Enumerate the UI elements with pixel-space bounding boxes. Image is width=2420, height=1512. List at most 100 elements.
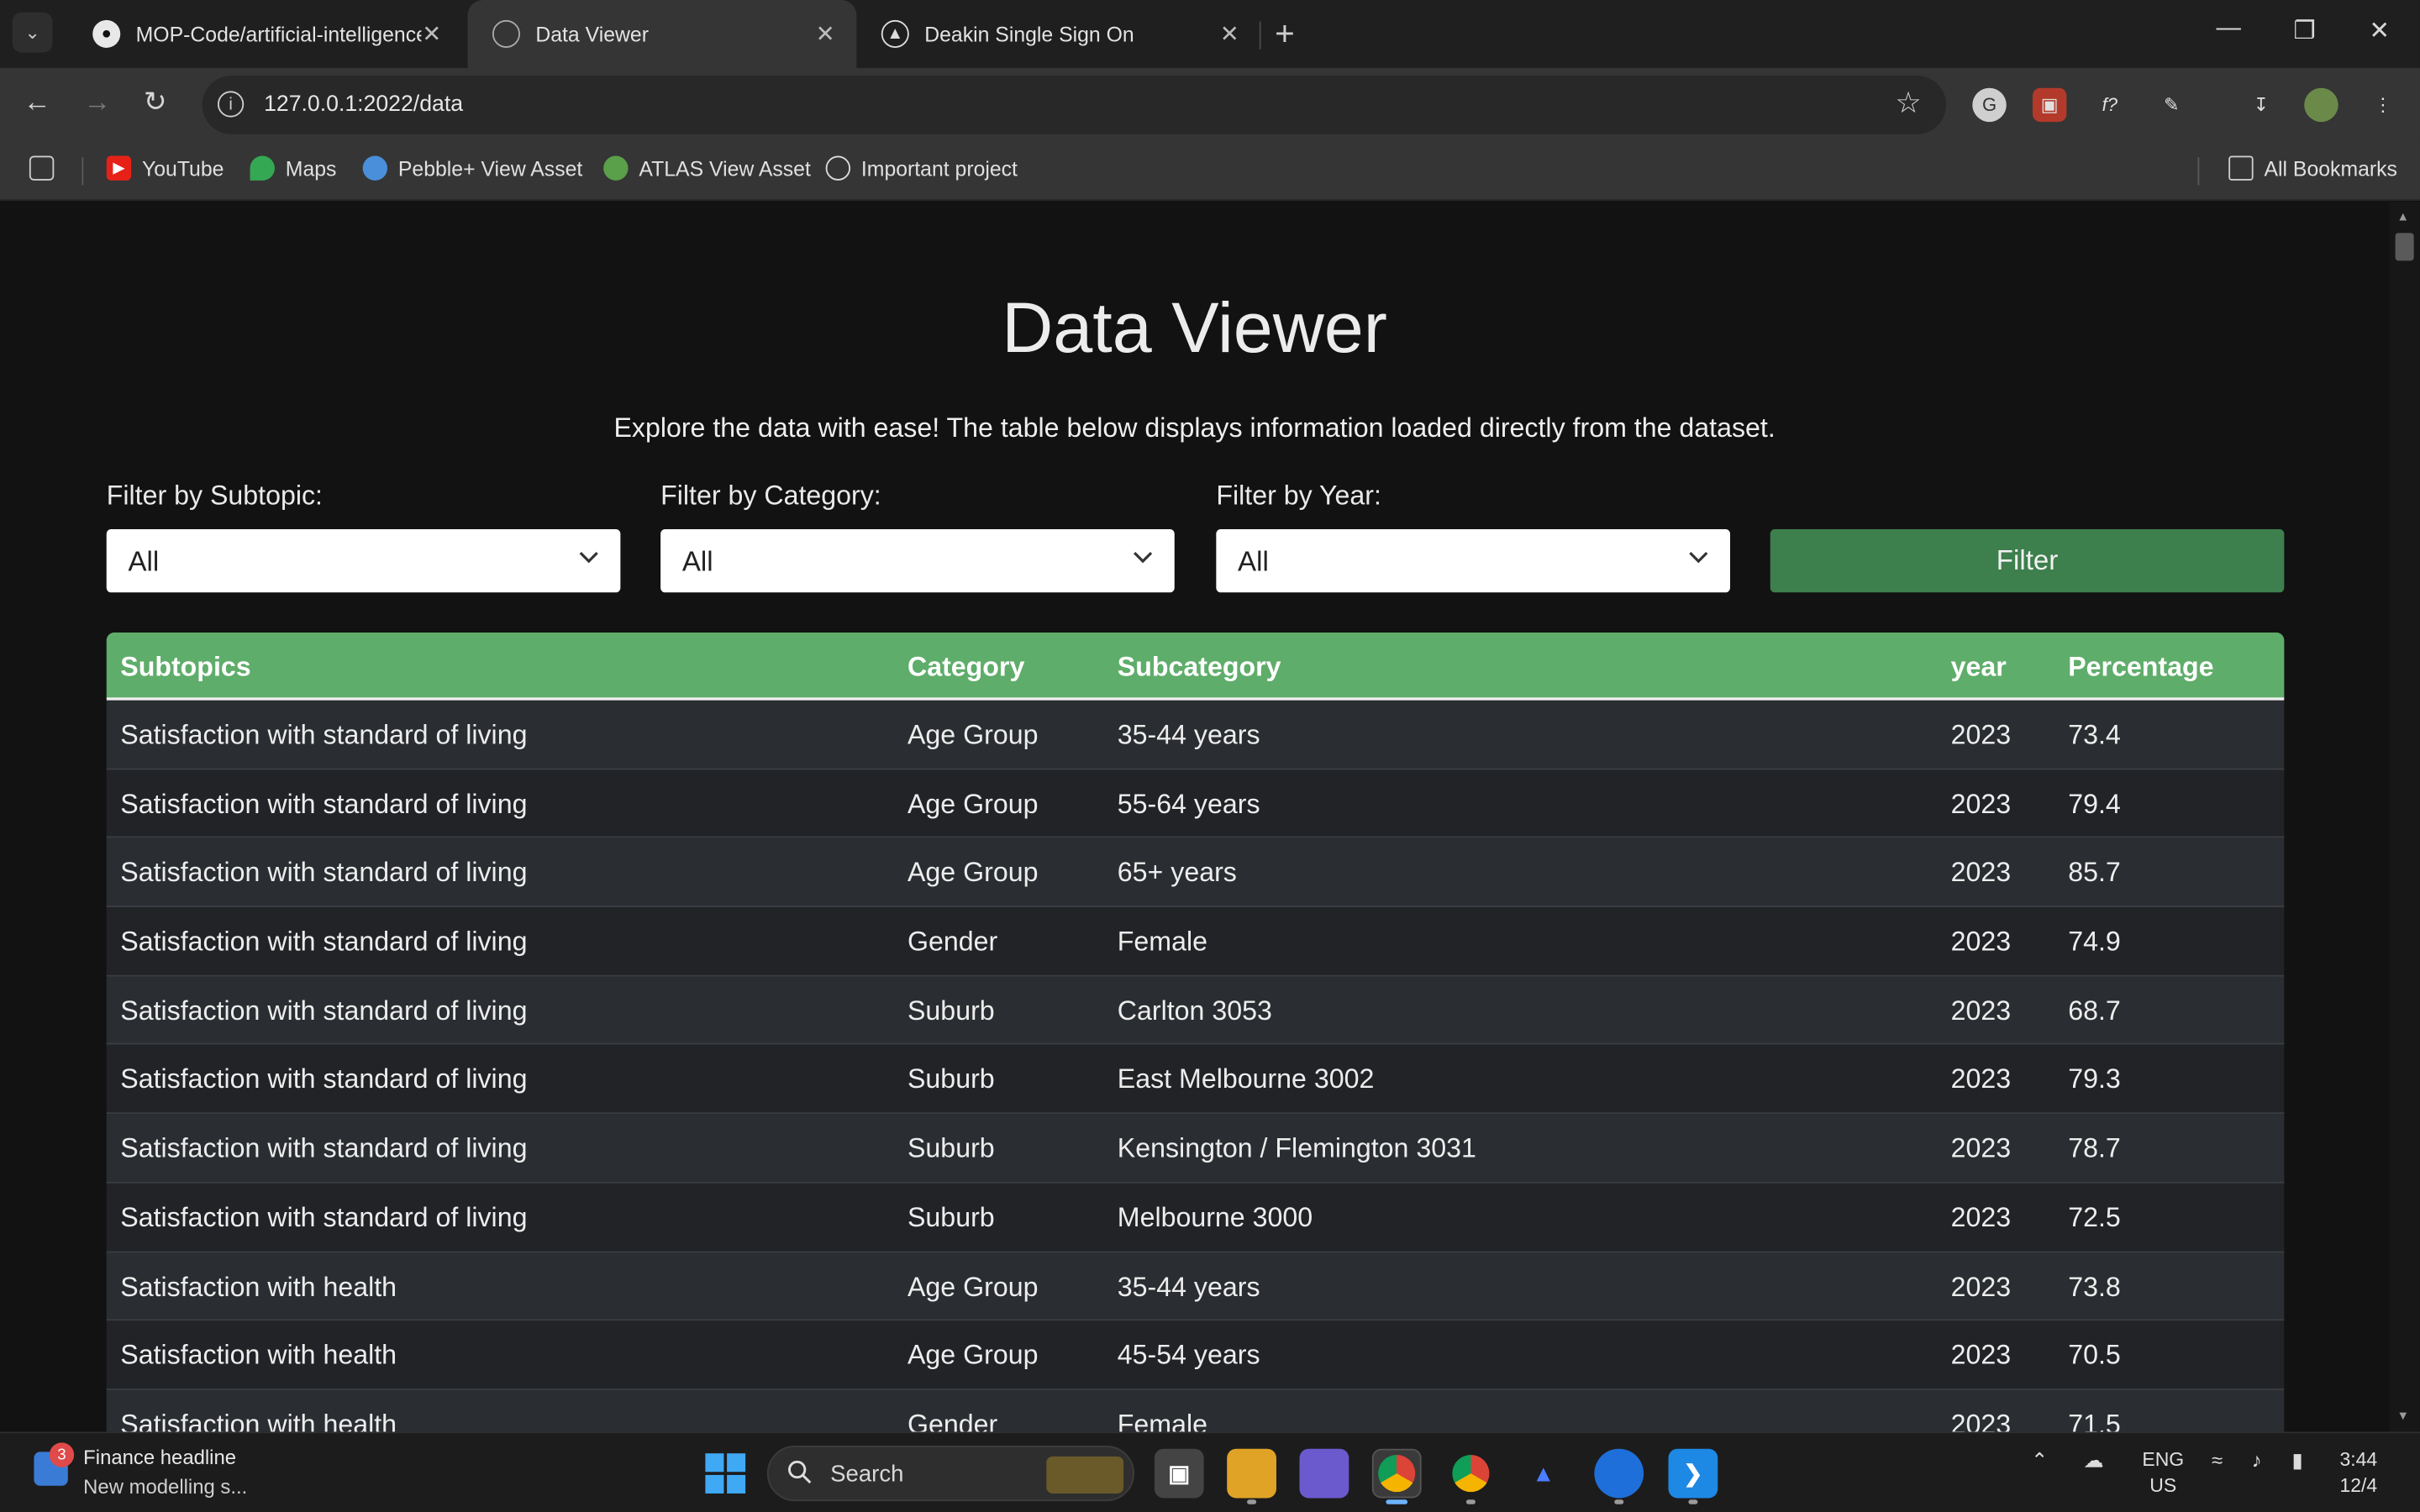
linear-app-icon[interactable]: ▲ xyxy=(1518,1449,1568,1499)
file-explorer-icon[interactable] xyxy=(1227,1448,1276,1499)
running-indicator xyxy=(1614,1499,1624,1504)
bookmark-pebble[interactable]: Pebble+ View Asset xyxy=(362,155,582,181)
cell-subcategory: 35-44 years xyxy=(1117,718,1260,750)
news-subtext[interactable]: New modelling s... xyxy=(83,1475,247,1499)
all-bookmarks-label: All Bookmarks xyxy=(2264,156,2397,180)
close-window-icon[interactable]: ✕ xyxy=(2369,15,2390,46)
atlas-icon xyxy=(603,155,629,181)
windows-start-icon[interactable] xyxy=(704,1452,747,1494)
chevron-down-icon xyxy=(579,552,598,564)
apps-grid-icon[interactable] xyxy=(29,155,65,181)
forward-icon[interactable]: → xyxy=(83,87,111,119)
column-header-subtopics[interactable]: Subtopics xyxy=(120,651,250,684)
wifi-icon[interactable]: ≈ xyxy=(2212,1449,2223,1473)
table-header: Subtopics Category Subcategory year Perc… xyxy=(106,633,2285,701)
cell-subtopic: Satisfaction with standard of living xyxy=(120,857,528,888)
site-info-icon[interactable]: i xyxy=(217,91,245,118)
cell-subcategory: 55-64 years xyxy=(1117,787,1260,819)
search-icon xyxy=(788,1460,812,1484)
clock-date: 12/4 xyxy=(2339,1474,2378,1497)
menu-kebab-icon[interactable]: ⋮ xyxy=(2366,88,2400,122)
extension-formula-icon[interactable]: f? xyxy=(2093,88,2127,122)
volume-icon[interactable]: ♪ xyxy=(2252,1449,2262,1473)
cell-year: 2023 xyxy=(1950,718,2012,750)
scroll-thumb[interactable] xyxy=(2395,233,2414,261)
copilot-icon[interactable] xyxy=(1299,1448,1349,1499)
tab-search-chevron-icon[interactable]: ⌄ xyxy=(12,12,53,53)
running-indicator xyxy=(1465,1499,1476,1504)
page-content: Data Viewer Explore the data with ease! … xyxy=(0,202,2390,1432)
region-code: US xyxy=(2149,1474,2177,1497)
cell-subcategory: Melbourne 3000 xyxy=(1117,1201,1313,1233)
bookmark-atlas[interactable]: ATLAS View Asset xyxy=(603,155,811,181)
column-header-category[interactable]: Category xyxy=(908,651,1024,684)
tab-title: MOP-Code/artificial-intelligence xyxy=(135,22,422,46)
filter-button[interactable]: Filter xyxy=(1770,528,2285,593)
close-icon[interactable]: ✕ xyxy=(1220,20,1239,48)
column-header-year[interactable]: year xyxy=(1951,651,2007,684)
column-header-percentage[interactable]: Percentage xyxy=(2068,651,2213,684)
table-row: Satisfaction with standard of living Age … xyxy=(106,838,2285,908)
extension-grammarly-icon[interactable]: G xyxy=(1972,87,2007,123)
cell-percentage: 73.8 xyxy=(2068,1270,2121,1302)
reload-icon[interactable]: ↻ xyxy=(144,87,167,119)
bookmark-label: Maps xyxy=(285,156,337,180)
extensions-puzzle-icon[interactable]: ✎ xyxy=(2154,88,2188,122)
year-select[interactable]: All xyxy=(1216,528,1730,593)
tab-data-viewer[interactable]: Data Viewer ✕ xyxy=(467,0,857,68)
bookmark-important-project[interactable]: Important project xyxy=(825,155,1018,181)
cell-percentage: 78.7 xyxy=(2068,1132,2121,1164)
subtopic-filter-label: Filter by Subtopic: xyxy=(106,480,323,511)
bookmark-star-icon[interactable]: ☆ xyxy=(1895,87,1921,122)
scroll-up-icon[interactable]: ▲ xyxy=(2396,210,2409,224)
restore-icon[interactable]: ❐ xyxy=(2293,15,2315,46)
close-icon[interactable]: ✕ xyxy=(816,20,835,48)
cell-category: Age Group xyxy=(907,1339,1039,1371)
back-icon[interactable]: ← xyxy=(24,87,51,119)
bookmark-youtube[interactable]: ▶ YouTube xyxy=(106,155,224,181)
browser-toolbar: ← → ↻ i 127.0.0.1:2022/data ☆ G ▣ f? ✎ ↧… xyxy=(0,67,2420,142)
url-text[interactable]: 127.0.0.1:2022/data xyxy=(264,92,463,117)
subtopic-select-value: All xyxy=(128,546,160,577)
page-scrollbar[interactable]: ▲ ▼ xyxy=(2389,202,2420,1432)
bookmark-label: ATLAS View Asset xyxy=(639,156,811,180)
tray-chevron-up-icon[interactable]: ⌃ xyxy=(2031,1449,2048,1473)
cell-subcategory: 65+ years xyxy=(1117,857,1237,888)
cell-subtopic: Satisfaction with standard of living xyxy=(120,787,528,819)
category-select-value: All xyxy=(681,546,713,577)
edge-icon[interactable] xyxy=(1594,1448,1644,1499)
clock[interactable]: 3:44 12/4 xyxy=(2339,1447,2377,1499)
battery-icon[interactable]: ▮ xyxy=(2292,1449,2303,1473)
close-icon[interactable]: ✕ xyxy=(422,20,441,48)
column-header-subcategory[interactable]: Subcategory xyxy=(1118,651,1281,684)
scroll-down-icon[interactable]: ▼ xyxy=(2396,1409,2409,1423)
language-indicator[interactable]: ENG US xyxy=(2142,1447,2184,1499)
news-headline[interactable]: Finance headline xyxy=(83,1446,236,1469)
minimize-icon[interactable]: — xyxy=(2217,15,2241,43)
windows-taskbar: 3 Finance headline New modelling s... Se… xyxy=(0,1431,2420,1512)
vscode-icon[interactable]: ❯ xyxy=(1668,1448,1718,1499)
task-view-icon[interactable]: ▣ xyxy=(1154,1448,1204,1499)
extension-screenshot-icon[interactable]: ▣ xyxy=(2032,87,2067,123)
taskbar-search[interactable]: Search xyxy=(766,1446,1134,1502)
address-bar[interactable]: i 127.0.0.1:2022/data ☆ xyxy=(202,75,1947,134)
tab-deakin[interactable]: ▲ Deakin Single Sign On ✕ xyxy=(856,0,1260,68)
news-badge: 3 xyxy=(49,1442,75,1467)
subtopic-select[interactable]: All xyxy=(106,528,621,593)
cell-subcategory: 35-44 years xyxy=(1117,1270,1260,1302)
table-row: Satisfaction with health Gender Female 2023… xyxy=(106,1389,2285,1432)
download-icon[interactable]: ↧ xyxy=(2244,88,2278,122)
bookmark-maps[interactable]: Maps xyxy=(250,155,337,181)
chrome-icon[interactable] xyxy=(1371,1448,1422,1499)
bookmark-separator xyxy=(82,157,84,186)
profile-avatar[interactable] xyxy=(2304,87,2338,123)
category-select[interactable]: All xyxy=(660,528,1175,593)
new-tab-icon[interactable]: + xyxy=(1275,14,1295,55)
deakin-icon: ▲ xyxy=(881,19,909,48)
all-bookmarks[interactable]: All Bookmarks xyxy=(2228,155,2397,181)
onedrive-icon[interactable]: ☁ xyxy=(2084,1449,2104,1473)
language-code: ENG xyxy=(2142,1448,2185,1471)
chrome-profile-icon[interactable] xyxy=(1446,1449,1496,1499)
tab-github[interactable]: ● MOP-Code/artificial-intelligence ✕ xyxy=(68,0,463,68)
cell-year: 2023 xyxy=(1950,1408,2012,1432)
